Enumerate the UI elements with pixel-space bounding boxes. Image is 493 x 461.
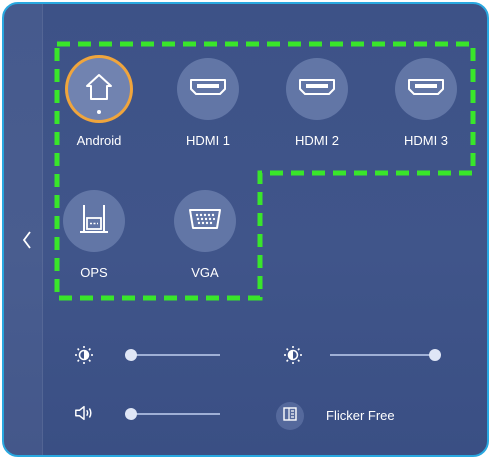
source-label-hdmi-2: HDMI 2 bbox=[294, 133, 340, 148]
source-label-android: Android bbox=[76, 133, 122, 148]
source-android[interactable]: Android bbox=[54, 58, 144, 148]
input-source-panel: Android HDMI 1 HDMI 2 HDMI 3 OPS VGA Fli… bbox=[2, 2, 489, 457]
source-label-hdmi-1: HDMI 1 bbox=[185, 133, 231, 148]
source-label-vga: VGA bbox=[191, 265, 219, 280]
brightness-icon bbox=[74, 345, 94, 365]
source-ops-circle bbox=[63, 190, 125, 252]
source-hdmi-3-circle bbox=[395, 58, 457, 120]
source-label-hdmi-3: HDMI 3 bbox=[403, 133, 449, 148]
flicker-free-label: Flicker Free bbox=[326, 408, 395, 423]
contrast-slider-track[interactable] bbox=[330, 354, 440, 356]
source-vga[interactable]: VGA bbox=[160, 190, 250, 280]
hdmi-icon bbox=[298, 78, 336, 101]
flicker-free-icon bbox=[283, 406, 297, 426]
brightness-slider-track[interactable] bbox=[126, 354, 220, 356]
speaker-icon bbox=[74, 403, 94, 423]
source-vga-circle bbox=[174, 190, 236, 252]
source-label-ops: OPS bbox=[80, 265, 108, 280]
hdmi-icon bbox=[189, 78, 227, 101]
source-android-circle bbox=[68, 58, 130, 120]
active-indicator-dot bbox=[97, 110, 101, 114]
flicker-free-button[interactable] bbox=[276, 402, 304, 430]
ops-router-icon bbox=[76, 201, 112, 242]
vga-icon bbox=[188, 208, 222, 235]
contrast-slider-thumb[interactable] bbox=[428, 349, 441, 361]
source-hdmi-3[interactable]: HDMI 3 bbox=[381, 58, 471, 148]
brightness-slider-thumb[interactable] bbox=[124, 349, 137, 361]
volume-slider-track[interactable] bbox=[126, 413, 220, 415]
source-hdmi-1-circle bbox=[177, 58, 239, 120]
volume-slider-thumb[interactable] bbox=[124, 408, 137, 420]
home-icon bbox=[82, 70, 116, 109]
source-hdmi-2-circle bbox=[286, 58, 348, 120]
chevron-left-icon[interactable] bbox=[20, 230, 34, 250]
source-hdmi-2[interactable]: HDMI 2 bbox=[272, 58, 362, 148]
hdmi-icon bbox=[407, 78, 445, 101]
source-hdmi-1[interactable]: HDMI 1 bbox=[163, 58, 253, 148]
source-ops[interactable]: OPS bbox=[49, 190, 139, 280]
contrast-icon bbox=[283, 345, 303, 365]
